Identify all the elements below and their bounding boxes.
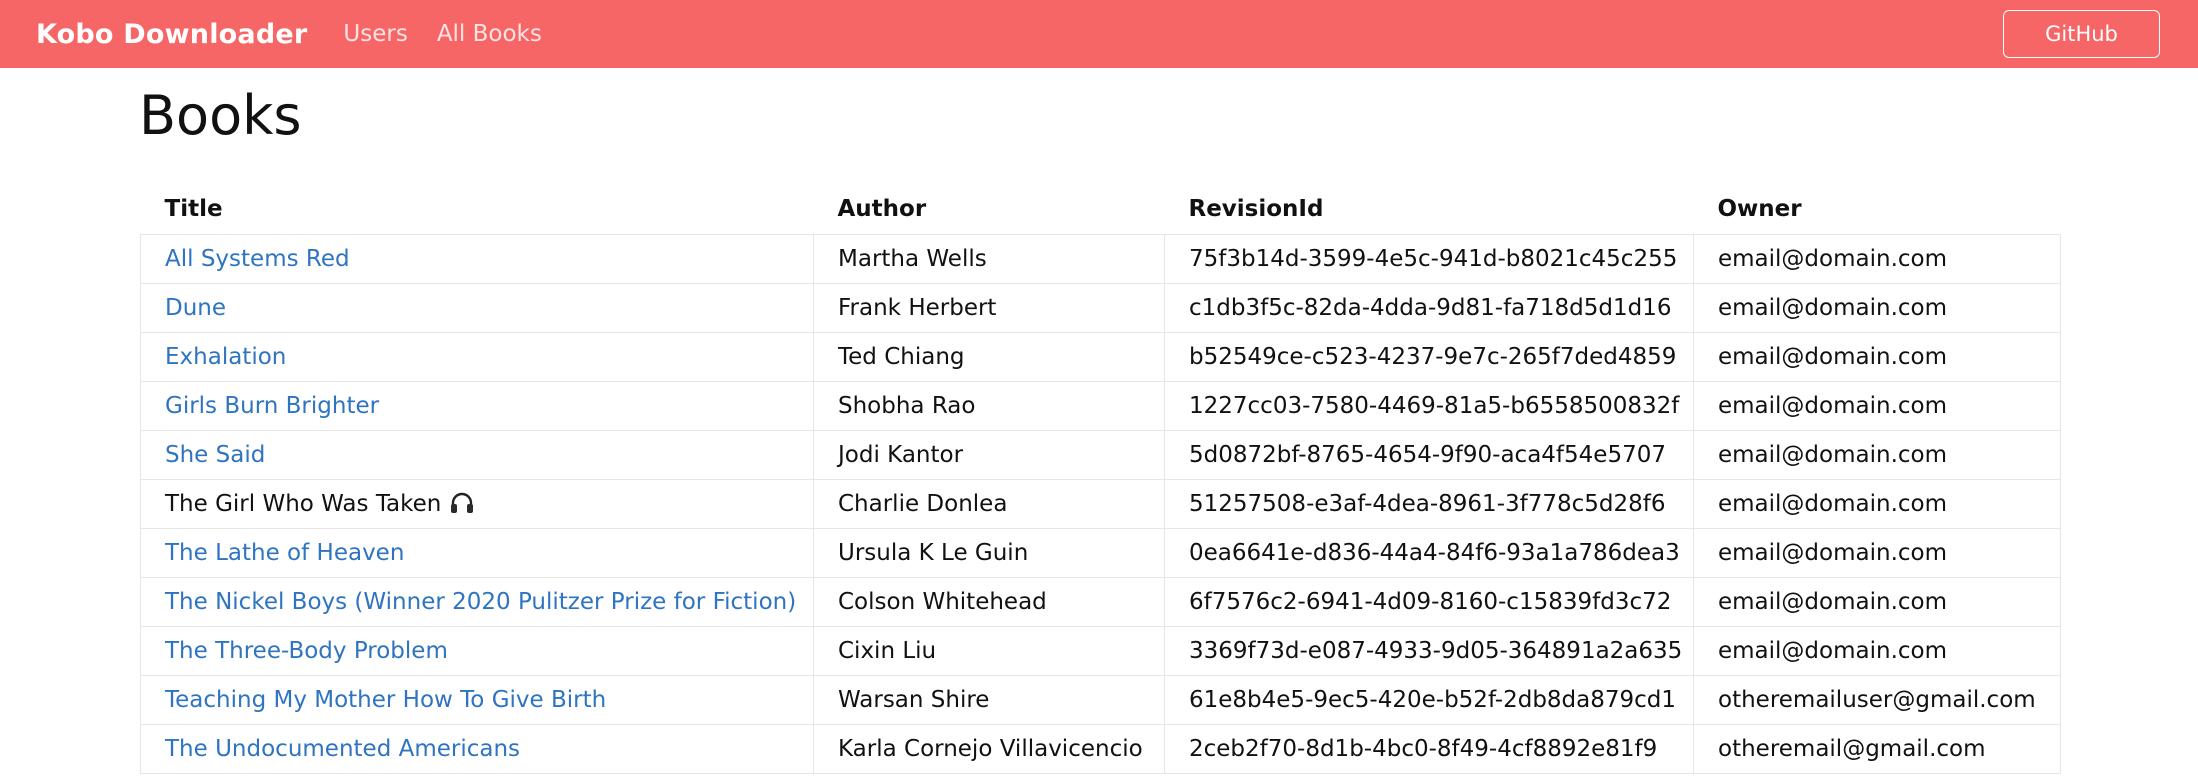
- cell-title: Exhalation: [140, 332, 814, 382]
- cell-title: She Said: [140, 430, 814, 480]
- table-row: The Three-Body Problem Cixin Liu 3369f73d-…: [140, 626, 2061, 676]
- table-row: Teaching My Mother How To Give Birth Wars…: [140, 675, 2061, 725]
- nav-link-all-books[interactable]: All Books: [437, 21, 542, 47]
- book-title-link[interactable]: Exhalation: [165, 344, 286, 370]
- cell-owner: email@domain.com: [1693, 332, 2061, 382]
- column-header-title: Title: [140, 184, 814, 235]
- book-title-link[interactable]: All Systems Red: [165, 246, 350, 272]
- table-row: The Undocumented Americans Karla Cornejo …: [140, 724, 2061, 774]
- cell-revision-id: 1227cc03-7580-4469-81a5-b6558500832f: [1164, 381, 1694, 431]
- github-button[interactable]: GitHub: [2003, 10, 2160, 58]
- table-row: The Nickel Boys (Winner 2020 Pulitzer Pr…: [140, 577, 2061, 627]
- cell-owner: email@domain.com: [1693, 430, 2061, 480]
- table-row: Dune Frank Herbert c1db3f5c-82da-4dda-9d81…: [140, 283, 2061, 333]
- cell-owner: email@domain.com: [1693, 528, 2061, 578]
- cell-owner: otheremail@gmail.com: [1693, 724, 2061, 774]
- cell-owner: email@domain.com: [1693, 577, 2061, 627]
- cell-author: Ursula K Le Guin: [813, 528, 1165, 578]
- cell-revision-id: 3369f73d-e087-4933-9d05-364891a2a635: [1164, 626, 1694, 676]
- cell-author: Martha Wells: [813, 234, 1165, 284]
- cell-owner: email@domain.com: [1693, 626, 2061, 676]
- nav-link-users[interactable]: Users: [343, 21, 407, 47]
- cell-author: Shobha Rao: [813, 381, 1165, 431]
- cell-revision-id: 2ceb2f70-8d1b-4bc0-8f49-4cf8892e81f9: [1164, 724, 1694, 774]
- page-title: Books: [139, 84, 302, 147]
- book-title-link[interactable]: The Three-Body Problem: [165, 638, 448, 664]
- cell-owner: email@domain.com: [1693, 283, 2061, 333]
- table-row: All Systems Red Martha Wells 75f3b14d-3599…: [140, 234, 2061, 284]
- cell-revision-id: 51257508-e3af-4dea-8961-3f778c5d28f6: [1164, 479, 1694, 529]
- cell-title: The Undocumented Americans: [140, 724, 814, 774]
- navbar: Kobo Downloader Users All Books GitHub: [0, 0, 2198, 68]
- table-row: Girls Burn Brighter Shobha Rao 1227cc03-75…: [140, 381, 2061, 431]
- cell-title: The Girl Who Was Taken: [140, 479, 814, 529]
- book-title-link[interactable]: She Said: [165, 442, 265, 468]
- column-header-owner: Owner: [1693, 184, 2061, 235]
- headphones-icon: [449, 491, 475, 515]
- cell-author: Colson Whitehead: [813, 577, 1165, 627]
- column-header-author: Author: [813, 184, 1165, 235]
- table-row: Exhalation Ted Chiang b52549ce-c523-4237-9…: [140, 332, 2061, 382]
- cell-revision-id: 75f3b14d-3599-4e5c-941d-b8021c45c255: [1164, 234, 1694, 284]
- table-row: The Lathe of Heaven Ursula K Le Guin 0ea66…: [140, 528, 2061, 578]
- cell-title: Girls Burn Brighter: [140, 381, 814, 431]
- book-title-link[interactable]: The Nickel Boys (Winner 2020 Pulitzer Pr…: [165, 589, 796, 615]
- table-body: All Systems Red Martha Wells 75f3b14d-3599…: [140, 234, 2061, 774]
- cell-author: Frank Herbert: [813, 283, 1165, 333]
- cell-owner: email@domain.com: [1693, 381, 2061, 431]
- cell-title: Dune: [140, 283, 814, 333]
- table-row: The Girl Who Was Taken Charlie Donlea 5125…: [140, 479, 2061, 529]
- cell-author: Ted Chiang: [813, 332, 1165, 382]
- cell-revision-id: 0ea6641e-d836-44a4-84f6-93a1a786dea3: [1164, 528, 1694, 578]
- cell-author: Karla Cornejo Villavicencio: [813, 724, 1165, 774]
- table-header-row: Title Author RevisionId Owner: [140, 184, 2061, 235]
- column-header-revision-id: RevisionId: [1164, 184, 1694, 235]
- book-title-link[interactable]: The Undocumented Americans: [165, 736, 520, 762]
- cell-title: Teaching My Mother How To Give Birth: [140, 675, 814, 725]
- cell-title: The Three-Body Problem: [140, 626, 814, 676]
- cell-revision-id: c1db3f5c-82da-4dda-9d81-fa718d5d1d16: [1164, 283, 1694, 333]
- cell-revision-id: 5d0872bf-8765-4654-9f90-aca4f54e5707: [1164, 430, 1694, 480]
- cell-revision-id: 6f7576c2-6941-4d09-8160-c15839fd3c72: [1164, 577, 1694, 627]
- cell-author: Cixin Liu: [813, 626, 1165, 676]
- cell-title: The Lathe of Heaven: [140, 528, 814, 578]
- cell-owner: otheremailuser@gmail.com: [1693, 675, 2061, 725]
- cell-author: Charlie Donlea: [813, 479, 1165, 529]
- book-title-text: The Girl Who Was Taken: [165, 491, 442, 517]
- table-row: She Said Jodi Kantor 5d0872bf-8765-4654-9f…: [140, 430, 2061, 480]
- table-header: Title Author RevisionId Owner: [140, 184, 2061, 235]
- book-title-link[interactable]: Dune: [165, 295, 226, 321]
- books-table: Title Author RevisionId Owner All System…: [140, 184, 2061, 774]
- book-title-link[interactable]: The Lathe of Heaven: [165, 540, 404, 566]
- cell-author: Warsan Shire: [813, 675, 1165, 725]
- cell-author: Jodi Kantor: [813, 430, 1165, 480]
- cell-title: The Nickel Boys (Winner 2020 Pulitzer Pr…: [140, 577, 814, 627]
- cell-revision-id: b52549ce-c523-4237-9e7c-265f7ded4859: [1164, 332, 1694, 382]
- cell-title: All Systems Red: [140, 234, 814, 284]
- cell-owner: email@domain.com: [1693, 479, 2061, 529]
- book-title-link[interactable]: Teaching My Mother How To Give Birth: [165, 687, 606, 713]
- cell-owner: email@domain.com: [1693, 234, 2061, 284]
- book-title-link[interactable]: Girls Burn Brighter: [165, 393, 379, 419]
- brand-link[interactable]: Kobo Downloader: [36, 19, 307, 50]
- cell-revision-id: 61e8b4e5-9ec5-420e-b52f-2db8da879cd1: [1164, 675, 1694, 725]
